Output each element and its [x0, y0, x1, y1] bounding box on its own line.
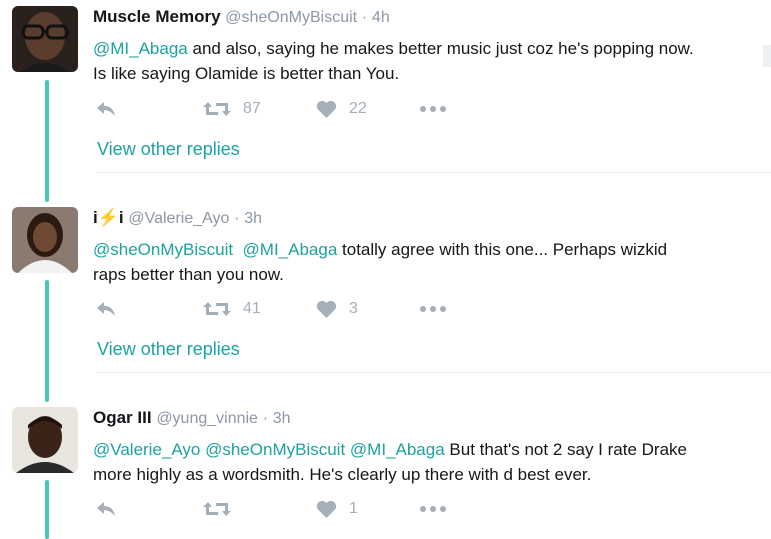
mention-link[interactable]: @sheOnMyBiscuit [205, 440, 345, 459]
user-name[interactable]: Muscle Memory [93, 7, 221, 26]
user-handle[interactable]: @sheOnMyBiscuit [225, 9, 357, 26]
tweet-header: i⚡i @Valerie_Ayo · 3h [93, 207, 769, 230]
tweet-header: Muscle Memory @sheOnMyBiscuit · 4h [93, 6, 769, 29]
reply-button[interactable] [95, 497, 117, 521]
more-icon [420, 106, 446, 112]
user-name[interactable]: Ogar III [93, 408, 152, 427]
separator-dot: · [234, 210, 240, 227]
avatar[interactable] [12, 207, 78, 273]
separator-dot: · [361, 9, 368, 26]
more-button[interactable] [419, 297, 447, 321]
user-handle[interactable]: @Valerie_Ayo [128, 210, 229, 227]
mention-link[interactable]: @MI_Abaga [350, 440, 445, 459]
avatar[interactable] [12, 407, 78, 473]
mention-link[interactable]: @Valerie_Ayo [93, 440, 200, 459]
text-run: and also, saying he makes better music j… [187, 39, 694, 58]
heart-icon [316, 500, 337, 518]
reply-icon [97, 302, 115, 316]
reply-icon [97, 102, 115, 116]
text-run [233, 240, 242, 259]
view-other-replies-link[interactable]: View other replies [97, 139, 240, 160]
tweet-text-line: @MI_Abaga and also, saying he makes bett… [93, 36, 769, 61]
text-run: raps better than you now. [93, 265, 284, 284]
separator-dot: · [262, 410, 269, 427]
mention-link[interactable]: @MI_Abaga [93, 39, 188, 58]
more-button[interactable] [419, 97, 447, 121]
tweet-text: @Valerie_Ayo @sheOnMyBiscuit @MI_Abaga B… [93, 437, 769, 487]
view-other-replies-link[interactable]: View other replies [97, 339, 240, 360]
text-run: Is like saying Olamide is better than Yo… [93, 64, 400, 83]
thread-line [45, 480, 49, 539]
tweet: Ogar III @yung_vinnie · 3h @Valerie_Ayo … [93, 407, 769, 487]
tweet-actions: 87 22 [93, 97, 493, 121]
thread-line [45, 80, 49, 202]
tweet-text-line: more highly as a wordsmith. He's clearly… [93, 462, 769, 487]
reply-button[interactable] [95, 297, 117, 321]
tweet: Muscle Memory @sheOnMyBiscuit · 4h @MI_A… [93, 6, 769, 86]
retweet-button[interactable] [203, 497, 243, 521]
tweet-text: @sheOnMyBiscuit @MI_Abaga totally agree … [93, 237, 769, 287]
retweet-count: 87 [243, 100, 261, 117]
tweet-text: @MI_Abaga and also, saying he makes bett… [93, 36, 769, 86]
avatar[interactable] [12, 6, 78, 72]
user-handle[interactable]: @yung_vinnie [156, 410, 258, 427]
more-icon [420, 506, 446, 512]
like-count: 1 [349, 500, 358, 517]
heart-icon [316, 100, 337, 118]
like-button[interactable]: 3 [316, 297, 358, 321]
retweet-button[interactable]: 87 [203, 97, 261, 121]
tweet: i⚡i @Valerie_Ayo · 3h @sheOnMyBiscuit @M… [93, 207, 769, 287]
text-run: totally agree with this one... Perhaps w… [337, 240, 668, 259]
retweet-button[interactable]: 41 [203, 297, 261, 321]
more-icon [420, 306, 446, 312]
user-name[interactable]: i⚡i [93, 208, 124, 227]
like-button[interactable]: 22 [316, 97, 367, 121]
tweet-actions: 41 3 [93, 297, 493, 321]
timestamp[interactable]: 4h [372, 9, 390, 26]
divider [97, 372, 771, 373]
like-button[interactable]: 1 [316, 497, 358, 521]
timestamp[interactable]: 3h [244, 210, 262, 227]
reply-button[interactable] [95, 97, 117, 121]
tweet-actions: 1 [93, 497, 493, 521]
reply-icon [97, 502, 115, 516]
retweet-icon [203, 302, 231, 316]
mention-link[interactable]: @sheOnMyBiscuit [93, 240, 233, 259]
text-run: But that's not 2 say I rate Drake [444, 440, 687, 459]
like-count: 22 [349, 100, 367, 117]
tweet-text-line: Is like saying Olamide is better than Yo… [93, 61, 769, 86]
text-run: more highly as a wordsmith. He's clearly… [93, 465, 592, 484]
more-button[interactable] [419, 497, 447, 521]
retweet-count: 41 [243, 300, 261, 317]
thread-line [45, 280, 49, 402]
heart-icon [316, 300, 337, 318]
tweet-text-line: @Valerie_Ayo @sheOnMyBiscuit @MI_Abaga B… [93, 437, 769, 462]
tweet-text-line: raps better than you now. [93, 262, 769, 287]
retweet-icon [203, 502, 231, 516]
like-count: 3 [349, 300, 358, 317]
mention-link[interactable]: @MI_Abaga [243, 240, 338, 259]
timestamp[interactable]: 3h [273, 410, 291, 427]
tweet-header: Ogar III @yung_vinnie · 3h [93, 407, 769, 430]
divider [97, 172, 771, 173]
retweet-icon [203, 102, 231, 116]
tweet-text-line: @sheOnMyBiscuit @MI_Abaga totally agree … [93, 237, 769, 262]
